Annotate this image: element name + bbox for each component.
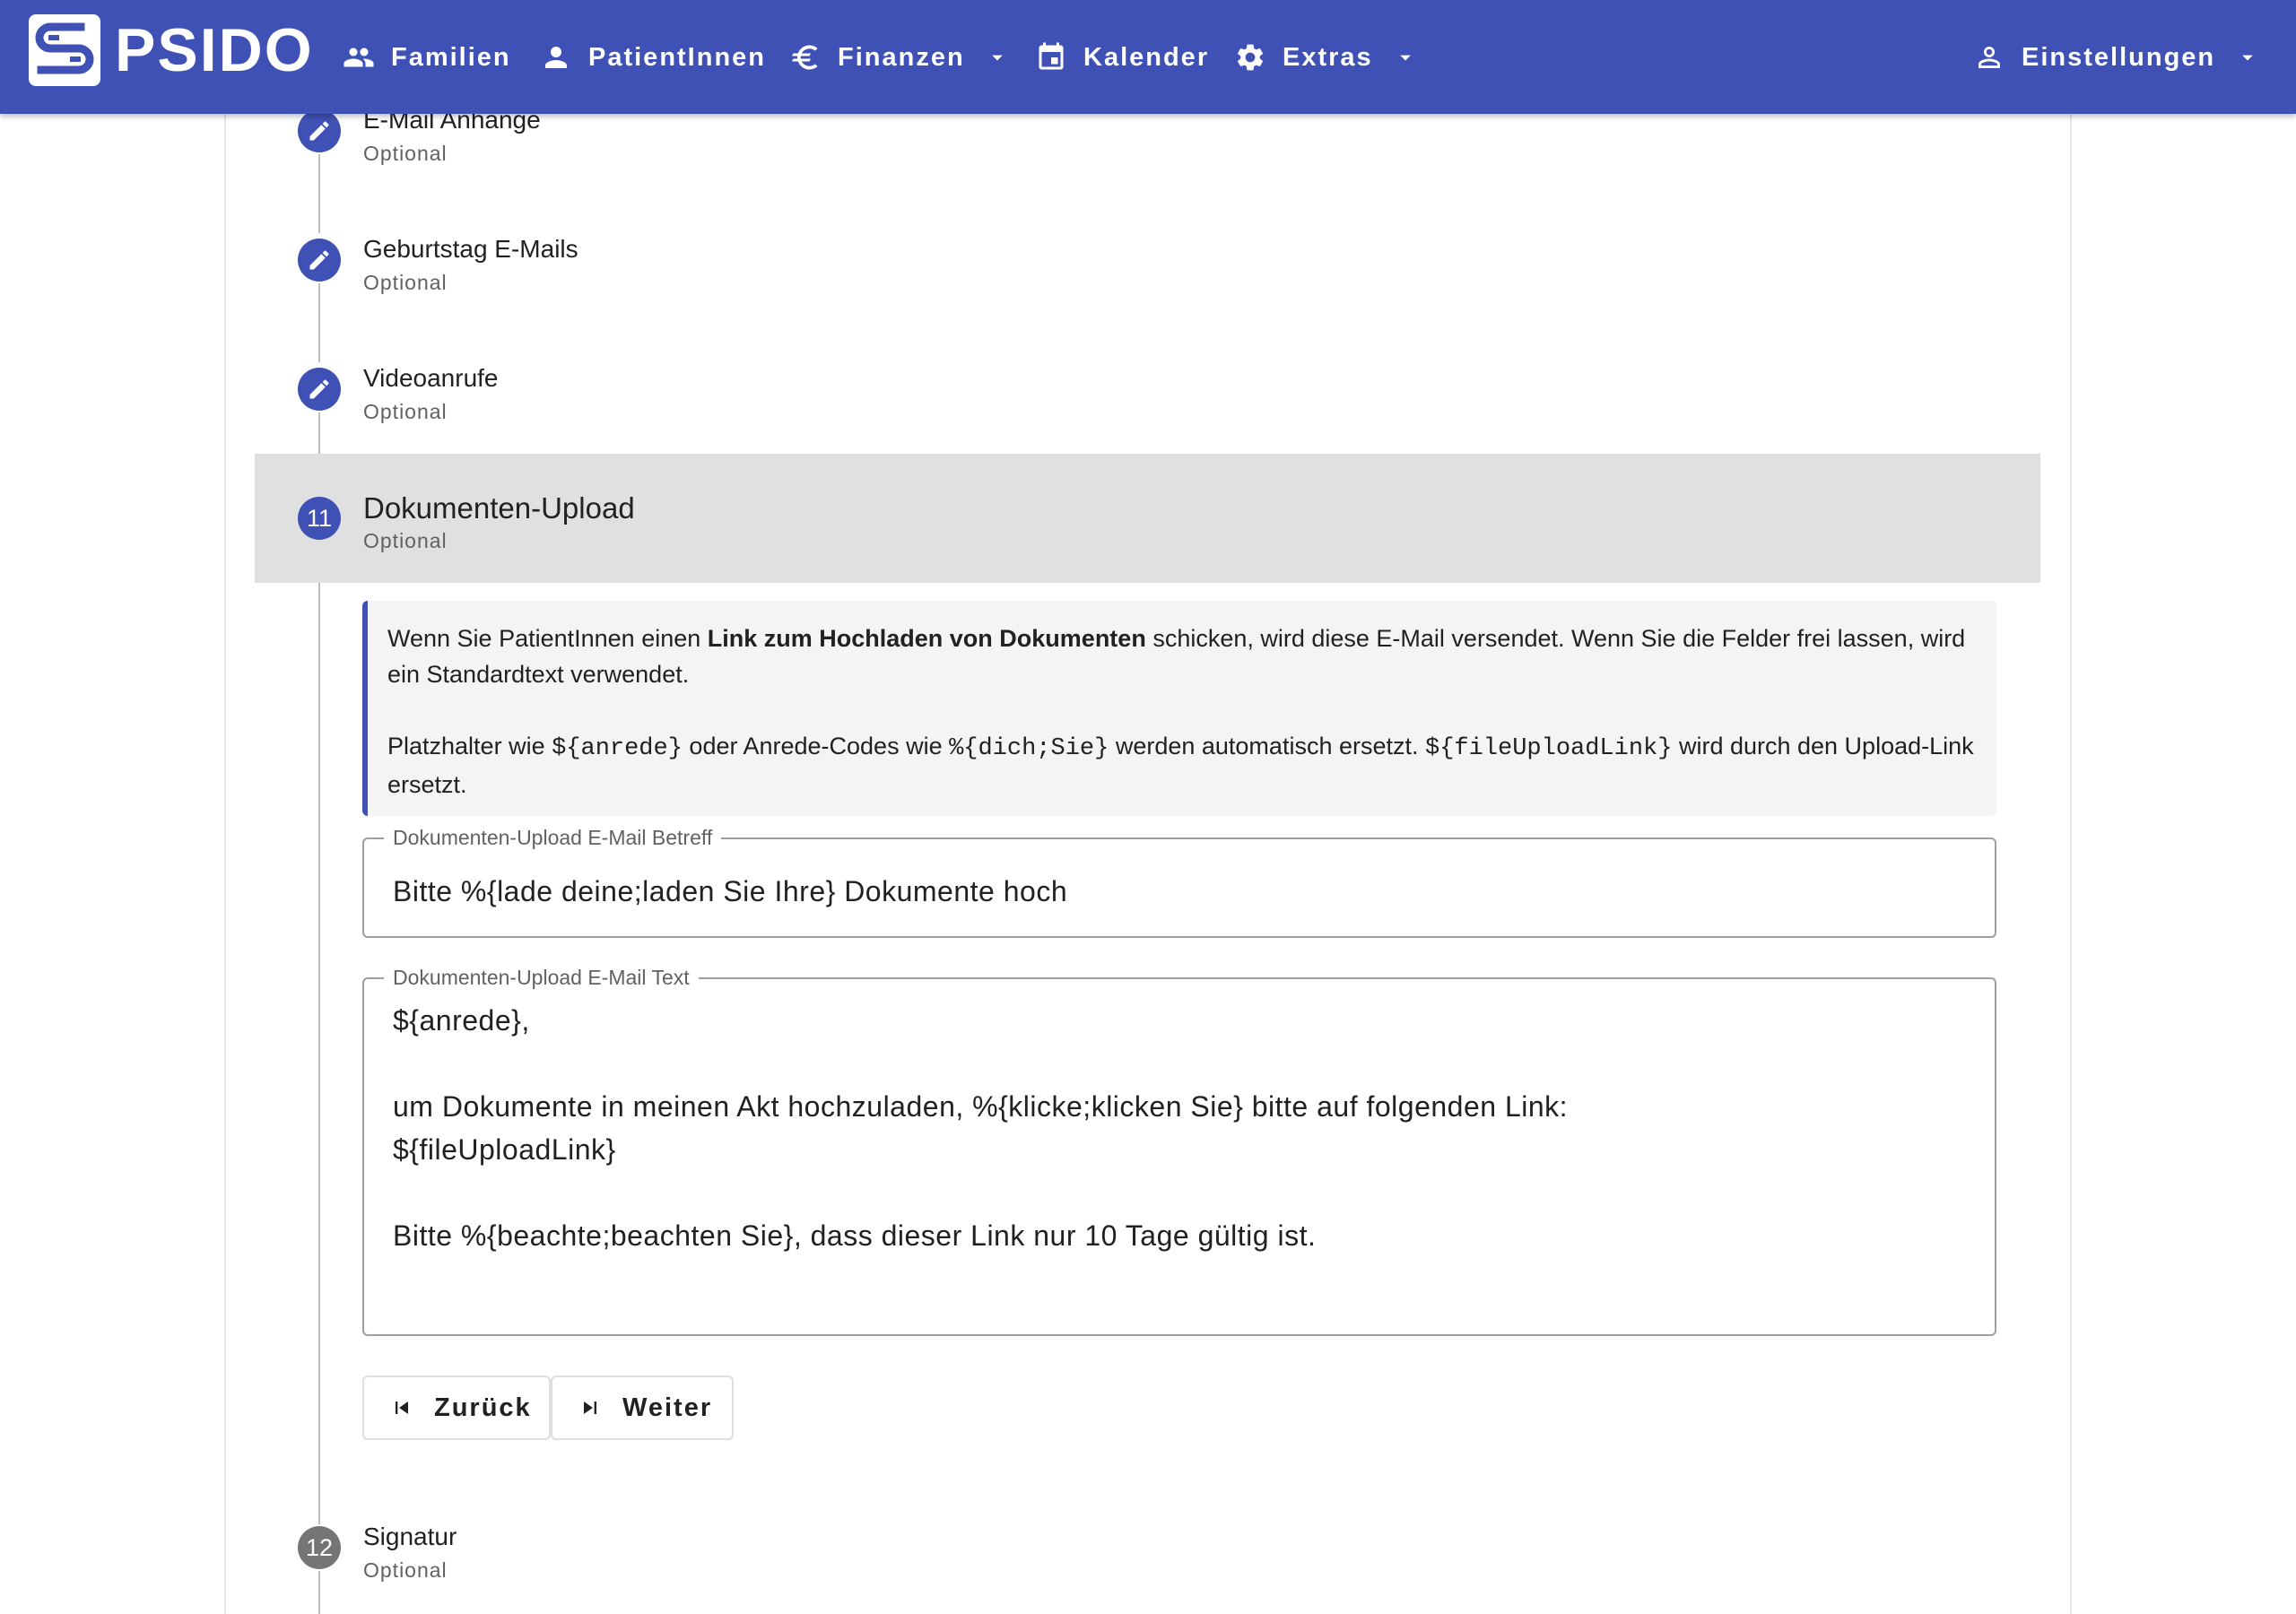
info-text: Wenn Sie PatientInnen einen: [387, 625, 708, 652]
nav-extras[interactable]: Extras: [1234, 32, 1418, 82]
back-button[interactable]: Zurück: [362, 1375, 551, 1440]
step-subtitle: Optional: [363, 1558, 448, 1582]
info-text: oder Anrede-Codes wie: [682, 733, 950, 759]
info-paragraph: Wenn Sie PatientInnen einen Link zum Hoc…: [387, 620, 1977, 692]
gear-icon: [1234, 41, 1266, 74]
placeholder-code: %{dich;Sie}: [949, 735, 1109, 762]
subject-field-label: Dokumenten-Upload E-Mail Betreff: [384, 826, 722, 849]
email-text-input[interactable]: ${anrede}, um Dokumente in meinen Akt ho…: [393, 999, 1966, 1257]
step-title: Dokumenten-Upload: [363, 491, 635, 525]
info-alert: Wenn Sie PatientInnen einen Link zum Hoc…: [362, 601, 1996, 816]
back-button-label: Zurück: [434, 1393, 532, 1422]
info-text: werden automatisch ersetzt.: [1109, 733, 1425, 759]
nav-einstellungen-label: Einstellungen: [2022, 42, 2216, 72]
next-button-label: Weiter: [622, 1393, 713, 1422]
step-subtitle: Optional: [363, 529, 448, 552]
edit-icon: [298, 109, 341, 152]
next-button[interactable]: Weiter: [551, 1375, 734, 1440]
app-bar: PSIDO Familien PatientInnen Finanzen Kal…: [0, 0, 2296, 114]
nav-patientinnen-label: PatientInnen: [588, 42, 767, 72]
step-signatur[interactable]: 12 Signatur Optional: [255, 1483, 2040, 1612]
edit-icon: [298, 239, 341, 282]
step-videoanrufe[interactable]: Videoanrufe Optional: [255, 325, 2040, 454]
logo-text[interactable]: PSIDO: [115, 14, 314, 86]
nav-einstellungen[interactable]: Einstellungen: [1973, 32, 2260, 82]
placeholder-code: ${fileUploadLink}: [1425, 735, 1673, 762]
people-icon: [343, 41, 375, 74]
chevron-down-icon: [2235, 45, 2260, 70]
step-title: Signatur: [363, 1523, 457, 1550]
skip-previous-icon: [389, 1395, 414, 1420]
nav-kalender-label: Kalender: [1083, 42, 1210, 72]
email-text-field[interactable]: Dokumenten-Upload E-Mail Text ${anrede},…: [362, 966, 1996, 1336]
stepper-connector: [318, 583, 320, 1524]
skip-next-icon: [578, 1395, 603, 1420]
step-title: Geburtstag E-Mails: [363, 235, 578, 263]
step-geburtstag-emails[interactable]: Geburtstag E-Mails Optional: [255, 195, 2040, 325]
nav-familien[interactable]: Familien: [343, 32, 511, 82]
calendar-icon: [1035, 41, 1067, 74]
nav-finanzen[interactable]: Finanzen: [789, 32, 1010, 82]
info-paragraph: Platzhalter wie ${anrede} oder Anrede-Co…: [387, 728, 1977, 803]
step-number-badge: 11: [298, 497, 341, 540]
person-outline-icon: [1973, 41, 2005, 74]
chevron-down-icon: [1393, 45, 1418, 70]
subject-input[interactable]: Bitte %{lade deine;laden Sie Ihre} Dokum…: [393, 870, 1966, 913]
step-subtitle: Optional: [363, 271, 448, 294]
person-icon: [540, 41, 572, 74]
step-number-badge: 12: [298, 1526, 341, 1569]
nav-extras-label: Extras: [1283, 42, 1373, 72]
info-text: Platzhalter wie: [387, 733, 552, 759]
nav-finanzen-label: Finanzen: [838, 42, 965, 72]
nav-patientinnen[interactable]: PatientInnen: [540, 32, 766, 82]
subject-field[interactable]: Dokumenten-Upload E-Mail Betreff Bitte %…: [362, 826, 1996, 938]
step-subtitle: Optional: [363, 142, 448, 165]
edit-icon: [298, 368, 341, 411]
logo-icon[interactable]: [29, 14, 100, 86]
nav-kalender[interactable]: Kalender: [1035, 32, 1209, 82]
nav-familien-label: Familien: [391, 42, 511, 72]
card-border-right: [2070, 114, 2072, 1614]
step-title: Videoanrufe: [363, 364, 499, 392]
step-subtitle: Optional: [363, 400, 448, 423]
step-dokumenten-upload[interactable]: 11 Dokumenten-Upload Optional: [255, 454, 2040, 583]
euro-icon: [789, 41, 822, 74]
card-border-left: [224, 114, 226, 1614]
info-bold-text: Link zum Hochladen von Dokumenten: [707, 625, 1146, 652]
email-text-field-label: Dokumenten-Upload E-Mail Text: [384, 966, 699, 989]
placeholder-code: ${anrede}: [552, 735, 683, 762]
chevron-down-icon: [985, 45, 1010, 70]
